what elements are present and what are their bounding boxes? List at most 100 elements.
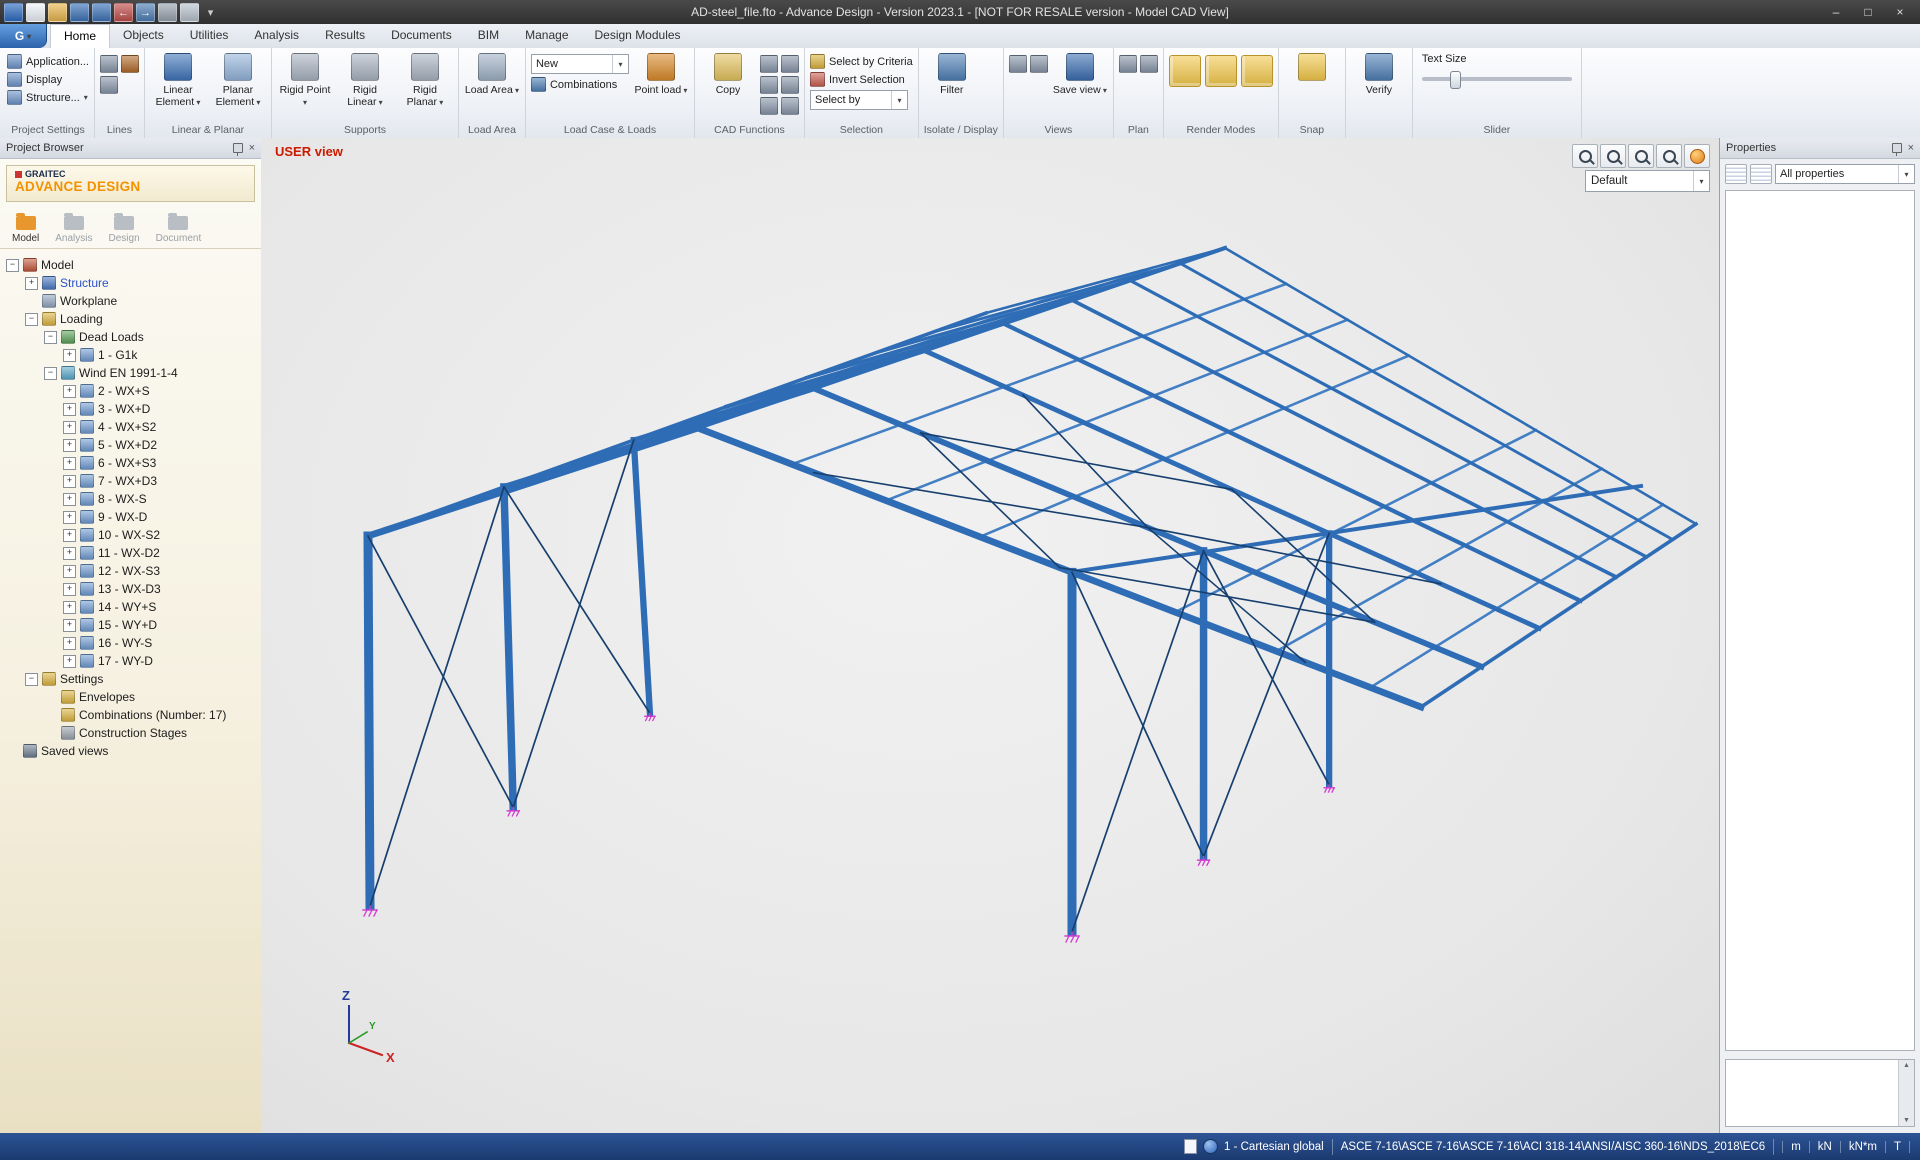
expand-box[interactable]: + <box>63 547 76 560</box>
unit-kn[interactable]: kN <box>1809 1141 1840 1153</box>
zoom-scale-button[interactable] <box>1628 144 1654 168</box>
rigid-planar-button[interactable]: Rigid Planar ▾ <box>397 50 453 108</box>
browser-tab-model[interactable]: Model <box>12 213 39 244</box>
app-menu-button[interactable]: G ▾ <box>0 24 47 48</box>
tab-objects[interactable]: Objects <box>110 24 177 48</box>
print-preview-icon[interactable] <box>180 3 199 22</box>
zoom-window-button[interactable] <box>1572 144 1598 168</box>
design-codes-label[interactable]: ASCE 7-16\ASCE 7-16\ASCE 7-16\ACI 318-14… <box>1341 1141 1765 1153</box>
extend-icon[interactable] <box>760 76 778 94</box>
tab-utilities[interactable]: Utilities <box>177 24 242 48</box>
tree-item-4-wx-s2[interactable]: +4 - WX+S2 <box>2 418 259 436</box>
close-button[interactable]: × <box>1886 0 1914 24</box>
select-by-combo[interactable]: Select by▾ <box>810 90 908 110</box>
tree-item-combinations-number-17[interactable]: Combinations (Number: 17) <box>2 706 259 724</box>
collapse-box[interactable]: − <box>44 331 57 344</box>
model-viewport[interactable]: ZXY USER view Default ▾ <box>261 138 1721 1133</box>
app-icon[interactable] <box>4 3 23 22</box>
tree-item-11-wx-d2[interactable]: +11 - WX-D2 <box>2 544 259 562</box>
text-size-slider[interactable] <box>1422 77 1572 81</box>
tree-item-5-wx-d2[interactable]: +5 - WX+D2 <box>2 436 259 454</box>
tree-item-settings[interactable]: −Settings <box>2 670 259 688</box>
tree-item-wind-en-1991-1-4[interactable]: −Wind EN 1991-1-4 <box>2 364 259 382</box>
trim-icon[interactable] <box>781 55 799 73</box>
expand-box[interactable]: + <box>63 385 76 398</box>
coordinate-system-label[interactable]: 1 - Cartesian global <box>1224 1141 1324 1153</box>
scrollbar[interactable]: ▲▼ <box>1898 1060 1914 1126</box>
tree-item-dead-loads[interactable]: −Dead Loads <box>2 328 259 346</box>
expand-box[interactable]: + <box>63 619 76 632</box>
minimize-button[interactable]: – <box>1822 0 1850 24</box>
mirror-icon[interactable] <box>781 76 799 94</box>
tab-documents[interactable]: Documents <box>378 24 465 48</box>
rotate-view-icon[interactable] <box>1030 55 1048 73</box>
pin-icon[interactable] <box>233 143 243 153</box>
invert-selection-button[interactable]: Invert Selection <box>810 72 913 87</box>
tree-item-workplane[interactable]: Workplane <box>2 292 259 310</box>
compass-icon[interactable] <box>100 76 118 94</box>
maximize-button[interactable]: □ <box>1854 0 1882 24</box>
new-file-icon[interactable] <box>26 3 45 22</box>
expand-box[interactable]: + <box>63 475 76 488</box>
tree-item-2-wx-s[interactable]: +2 - WX+S <box>2 382 259 400</box>
collapse-box[interactable]: − <box>44 367 57 380</box>
tree-item-model[interactable]: −Model <box>2 256 259 274</box>
rigid-point-button[interactable]: Rigid Point ▾ <box>277 50 333 108</box>
expand-box[interactable]: + <box>25 277 38 290</box>
redo-icon[interactable]: → <box>136 3 155 22</box>
draw-icon[interactable] <box>760 55 778 73</box>
application-button[interactable]: Application... <box>7 54 89 69</box>
tree-item-9-wx-d[interactable]: +9 - WX-D <box>2 508 259 526</box>
filter-button[interactable]: Filter <box>924 50 980 96</box>
tree-item-8-wx-s[interactable]: +8 - WX-S <box>2 490 259 508</box>
unit-kn-m[interactable]: kN*m <box>1840 1141 1885 1153</box>
tree-item-14-wy-s[interactable]: +14 - WY+S <box>2 598 259 616</box>
undo-icon[interactable]: ← <box>114 3 133 22</box>
camera-icon[interactable] <box>1009 55 1027 73</box>
load-area-button[interactable]: Load Area ▾ <box>464 50 520 96</box>
tree-item-structure[interactable]: +Structure <box>2 274 259 292</box>
customize-quick-access-icon[interactable]: ▾ <box>202 4 219 21</box>
collapse-box[interactable]: − <box>25 313 38 326</box>
tree-item-10-wx-s2[interactable]: +10 - WX-S2 <box>2 526 259 544</box>
save-icon[interactable] <box>70 3 89 22</box>
model-3d-view[interactable]: ZXY <box>261 138 1720 1133</box>
expand-box[interactable]: + <box>63 655 76 668</box>
expand-box[interactable]: + <box>63 583 76 596</box>
expand-box[interactable]: + <box>63 403 76 416</box>
properties-grid[interactable] <box>1725 190 1915 1051</box>
grid-icon[interactable] <box>100 55 118 73</box>
pin-icon[interactable] <box>1892 143 1902 153</box>
tree-item-1-g1k[interactable]: +1 - G1k <box>2 346 259 364</box>
close-panel-icon[interactable]: × <box>249 143 255 153</box>
tree-item-loading[interactable]: −Loading <box>2 310 259 328</box>
expand-box[interactable]: + <box>63 421 76 434</box>
tree-item-envelopes[interactable]: Envelopes <box>2 688 259 706</box>
close-panel-icon[interactable]: × <box>1908 143 1914 153</box>
unit-m[interactable]: m <box>1782 1141 1809 1153</box>
save-view-button[interactable]: Save view ▾ <box>1052 50 1108 96</box>
tab-results[interactable]: Results <box>312 24 378 48</box>
browser-tab-design[interactable]: Design <box>109 213 140 244</box>
select-by-criteria-button[interactable]: Select by Criteria <box>810 54 913 69</box>
properties-filter-combo[interactable]: All properties ▾ <box>1775 164 1915 184</box>
rotate-icon[interactable] <box>760 97 778 115</box>
tree-item-13-wx-d3[interactable]: +13 - WX-D3 <box>2 580 259 598</box>
render-mode-1-icon[interactable] <box>1169 55 1201 87</box>
linear-element-button[interactable]: Linear Element ▾ <box>150 50 206 108</box>
tree-item-17-wy-d[interactable]: +17 - WY-D <box>2 652 259 670</box>
snap-icon-button[interactable] <box>1284 50 1340 84</box>
expand-box[interactable]: + <box>63 601 76 614</box>
tree-item-3-wx-d[interactable]: +3 - WX+D <box>2 400 259 418</box>
tab-home[interactable]: Home <box>50 24 110 48</box>
unit-t[interactable]: T <box>1885 1141 1909 1153</box>
tree-item-16-wy-s[interactable]: +16 - WY-S <box>2 634 259 652</box>
tree-item-7-wx-d3[interactable]: +7 - WX+D3 <box>2 472 259 490</box>
expand-box[interactable]: + <box>63 511 76 524</box>
print-icon[interactable] <box>158 3 177 22</box>
zoom-extents-button[interactable] <box>1600 144 1626 168</box>
expand-box[interactable]: + <box>63 493 76 506</box>
point-load-button[interactable]: Point load ▾ <box>633 50 689 96</box>
expand-box[interactable]: + <box>63 349 76 362</box>
view-preset-combo[interactable]: Default ▾ <box>1585 170 1710 192</box>
